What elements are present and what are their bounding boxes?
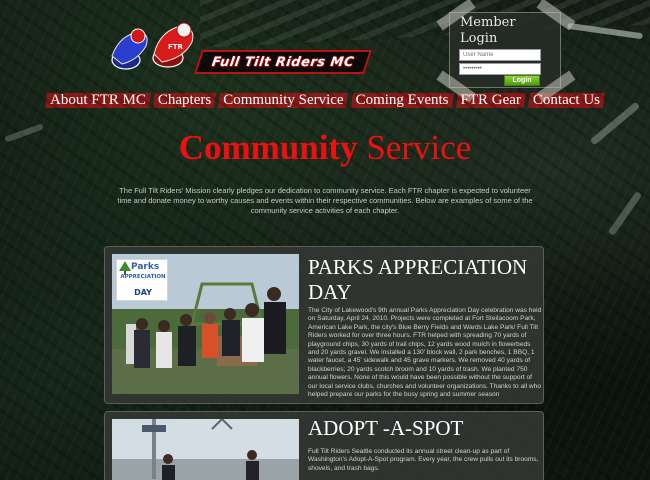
street-cleanup-photo-graphic — [112, 419, 299, 480]
card-body: Full Tilt Riders Seattle conducted its a… — [308, 448, 539, 472]
page-title: Community Service — [0, 128, 650, 168]
logo-banner: Full Tilt Riders MC — [194, 50, 372, 74]
logo-text: Full Tilt Riders MC — [210, 54, 356, 70]
parks-logo-subtitle: APPRECIATION — [120, 274, 166, 280]
page-title-bold: Community — [178, 128, 358, 167]
member-login-panel: Member Login Login — [436, 0, 576, 103]
main-nav: About FTR MC Chapters Community Service … — [40, 89, 610, 111]
site-logo[interactable]: FTR Full Tilt Riders MC — [98, 16, 372, 78]
nav-item-contact-us[interactable]: Contact Us — [531, 89, 602, 111]
nav-item-chapters[interactable]: Chapters — [156, 89, 213, 111]
parks-logo-word: Parks — [131, 262, 160, 272]
parks-logo-day: DAY — [134, 288, 152, 297]
service-card: ADOPT -A-SPOT Full Tilt Riders Seattle c… — [104, 411, 544, 480]
nav-item-about[interactable]: About FTR MC — [48, 89, 148, 111]
tree-icon — [119, 261, 131, 275]
username-input[interactable] — [459, 49, 541, 61]
page-title-rest: Service — [366, 128, 472, 167]
service-card: Parks APPRECIATION DAY PARKS APPRECIATIO… — [104, 246, 544, 404]
nav-item-ftr-gear[interactable]: FTR Gear — [459, 89, 523, 111]
motorcycles-graphic: FTR — [111, 22, 194, 70]
card-title: PARKS APPRECIATION DAY — [308, 255, 528, 304]
adopt-a-spot-photo — [112, 419, 299, 480]
nav-item-community-service[interactable]: Community Service — [221, 89, 345, 111]
parks-appreciation-logo: Parks APPRECIATION DAY — [116, 259, 168, 301]
paint-streak — [607, 191, 643, 236]
paint-streak — [566, 22, 644, 40]
card-body: The City of Lakewood's 9th annual Parks … — [308, 307, 542, 399]
login-button[interactable]: Login — [504, 75, 540, 86]
parks-day-photo: Parks APPRECIATION DAY — [112, 254, 299, 394]
card-title: ADOPT -A-SPOT — [308, 416, 464, 440]
nav-item-coming-events[interactable]: Coming Events — [354, 89, 451, 111]
password-input[interactable] — [459, 63, 541, 75]
login-title: Member Login — [460, 15, 516, 46]
svg-text:FTR: FTR — [168, 43, 184, 51]
tape-decoration — [536, 0, 576, 31]
intro-text: The Full Tilt Riders' Mission clearly pl… — [117, 186, 533, 215]
